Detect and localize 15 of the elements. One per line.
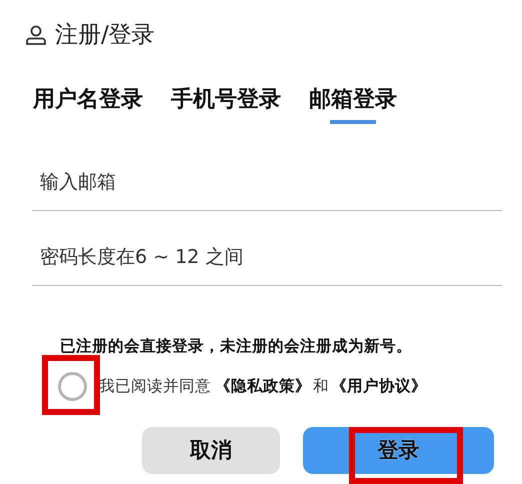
login-tab[interactable]: 邮箱登录 xyxy=(309,82,397,126)
highlight-frame xyxy=(42,355,100,415)
notice-text: 已注册的会直接登录，未注册的会注册成为新号。 xyxy=(60,336,412,354)
user-icon xyxy=(25,24,47,46)
privacy-link[interactable]: 《隐私政策》 xyxy=(215,374,311,398)
login-tab[interactable]: 用户名登录 xyxy=(33,82,143,126)
input-field[interactable]: 密码长度在6 ~ 12 之间 xyxy=(32,222,502,286)
cancel-button[interactable]: 取消 xyxy=(142,426,280,474)
terms-link[interactable]: 《用户协议》 xyxy=(331,374,427,398)
and-text: 和 xyxy=(313,376,329,397)
input-field[interactable]: 输入邮箱 xyxy=(32,148,502,210)
agreement-text: 我已阅读并同意 xyxy=(99,376,211,397)
agree-radio[interactable] xyxy=(58,372,87,401)
page-title: 注册/登录 xyxy=(55,21,155,50)
login-tab[interactable]: 手机号登录 xyxy=(171,82,281,126)
